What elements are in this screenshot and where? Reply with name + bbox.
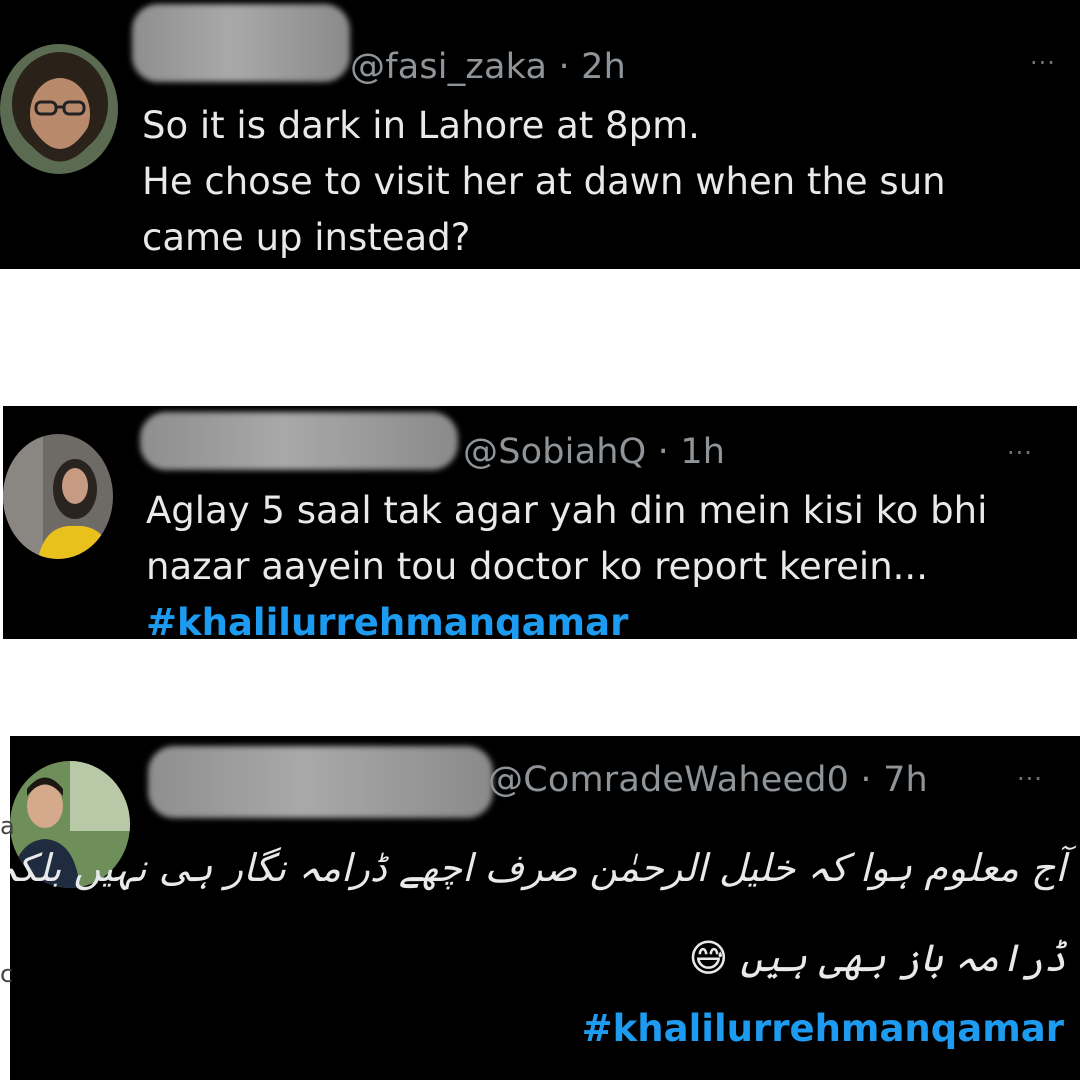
tweet-text-line: came up instead?	[142, 216, 471, 259]
cropped-text-fragment: c	[0, 960, 14, 988]
timestamp[interactable]: 7h	[883, 760, 928, 800]
tweet-card-sobiahq[interactable]: @SobiahQ · 1h ··· Aglay 5 saal tak agar …	[3, 406, 1077, 639]
blurred-display-name	[140, 412, 458, 470]
tweet-text: Aglay 5 saal tak agar yah din mein kisi …	[146, 483, 987, 639]
tweet-text-line: So it is dark in Lahore at 8pm.	[142, 104, 700, 147]
tweet-handle-line[interactable]: @SobiahQ · 1h	[463, 432, 725, 472]
tweet-text-line: He chose to visit her at dawn when the s…	[142, 160, 946, 203]
tweet-card-fasi-zaka[interactable]: @fasi_zaka · 2h ··· So it is dark in Lah…	[0, 0, 1080, 269]
user-avatar-icon	[0, 44, 118, 174]
more-options-icon[interactable]: ···	[1007, 439, 1033, 467]
user-handle[interactable]: @SobiahQ	[463, 432, 646, 472]
tweet-text-line: nazar aayein tou doctor ko report kerein…	[146, 545, 928, 588]
timestamp[interactable]: 1h	[680, 432, 725, 472]
cropped-text-fragment: a	[0, 812, 15, 840]
more-options-icon[interactable]: ···	[1030, 49, 1056, 77]
user-handle[interactable]: @ComradeWaheed0	[488, 760, 849, 800]
avatar[interactable]	[3, 434, 113, 559]
tweet-text-line: Aglay 5 saal tak agar yah din mein kisi …	[146, 489, 988, 532]
more-options-icon[interactable]: ···	[1017, 765, 1043, 793]
user-avatar-icon	[3, 434, 113, 559]
timestamp[interactable]: 2h	[581, 47, 626, 87]
tweet-text-line: ڈرامہ باز بھی ہیں 😅	[688, 936, 1066, 980]
hashtag-link[interactable]: #khalilurrehmanqamar	[146, 595, 987, 639]
tweet-handle-line[interactable]: @fasi_zaka · 2h	[350, 47, 626, 87]
blurred-display-name	[132, 4, 350, 82]
tweet-handle-line[interactable]: @ComradeWaheed0 · 7h	[488, 760, 928, 800]
user-handle[interactable]: @fasi_zaka	[350, 47, 547, 87]
hashtag-link[interactable]: #khalilurrehmanqamar	[582, 1001, 1064, 1057]
tweet-text: So it is dark in Lahore at 8pm. He chose…	[142, 98, 946, 266]
tweet-card-comradewaheed0[interactable]: @ComradeWaheed0 · 7h ··· آج معلوم ہوا کہ…	[10, 736, 1080, 1080]
avatar[interactable]	[0, 44, 118, 174]
blurred-display-name	[148, 746, 493, 818]
tweet-text-line: آج معلوم ہوا کہ خلیل الرحمٰن صرف اچھے ڈر…	[10, 846, 1066, 890]
